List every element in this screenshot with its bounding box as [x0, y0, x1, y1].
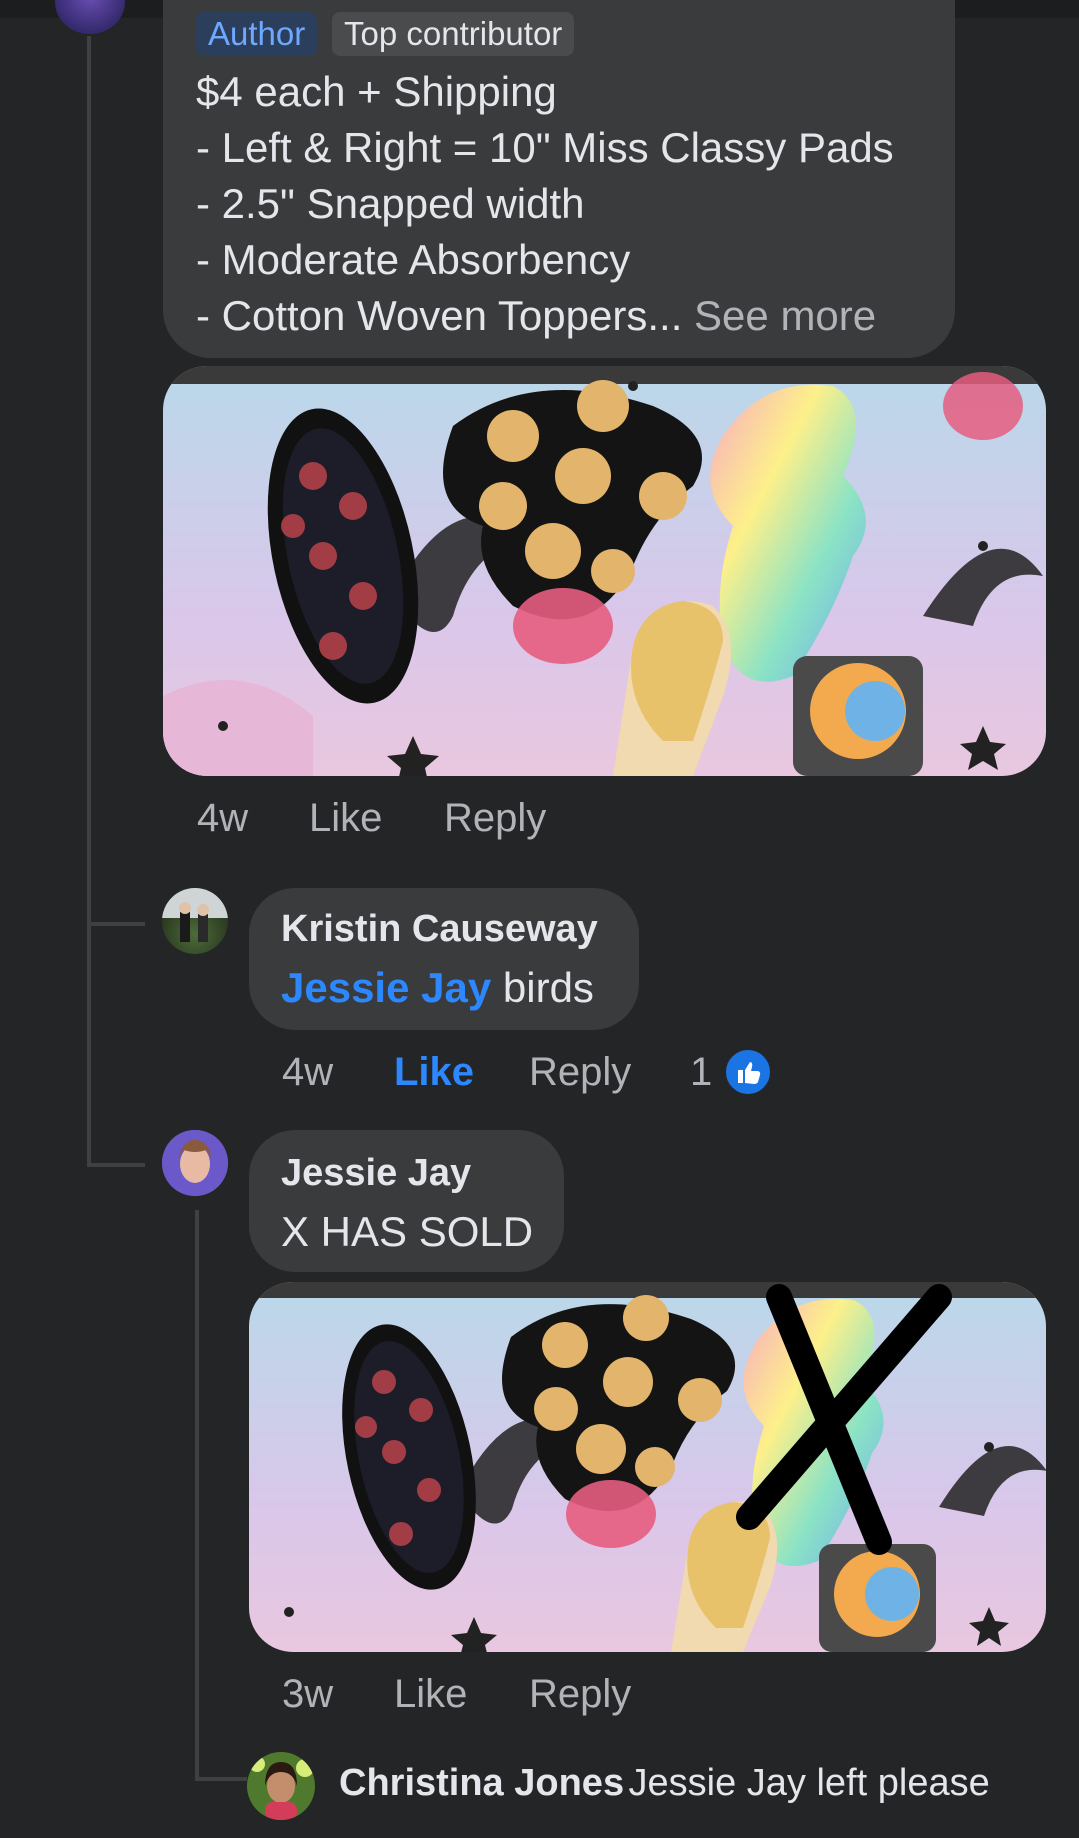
comment-photo[interactable] — [249, 1282, 1046, 1652]
thread-connector-christina — [195, 1777, 247, 1781]
avatar-image — [162, 1130, 228, 1196]
see-more-link[interactable]: See more — [694, 292, 876, 339]
avatar-author-top[interactable] — [55, 0, 125, 34]
post-like-button[interactable]: Like — [309, 796, 382, 841]
comment-author-name[interactable]: Kristin Causeway — [281, 908, 598, 951]
thumbs-up-icon[interactable] — [724, 1048, 772, 1096]
avatar-kristin-causeway[interactable] — [162, 888, 228, 954]
thread-line-reply — [195, 1210, 199, 1780]
comment-like-button[interactable]: Like — [394, 1050, 474, 1095]
comment-reply-button[interactable]: Reply — [529, 1672, 631, 1717]
thread-line-main — [87, 36, 91, 1166]
post-actions: 4w Like Reply — [197, 796, 697, 844]
mention-link[interactable]: Jessie Jay — [281, 964, 491, 1011]
post-line: - Cotton Woven Toppers... — [196, 292, 683, 339]
post-text: $4 each + Shipping - Left & Right = 10" … — [196, 64, 966, 344]
thread-connector-kristin — [87, 922, 145, 926]
comment-actions-jessie: 3w Like Reply — [282, 1672, 782, 1720]
post-line: - Left & Right = 10" Miss Classy Pads — [196, 124, 894, 171]
comment-author-name[interactable]: Jessie Jay — [281, 1152, 471, 1195]
avatar-image — [247, 1752, 315, 1820]
comment-reply-button[interactable]: Reply — [529, 1050, 631, 1095]
comment-body: Jessie Jay left please — [628, 1762, 990, 1804]
avatar-image — [162, 888, 228, 942]
post-line: - 2.5" Snapped width — [196, 180, 585, 227]
top-contributor-badge: Top contributor — [332, 12, 575, 56]
comment-author-name[interactable]: Christina Jones — [339, 1762, 624, 1804]
post-line: $4 each + Shipping — [196, 68, 557, 115]
author-badge: Author — [196, 12, 318, 56]
avatar-jessie-jay[interactable] — [162, 1130, 228, 1196]
post-photo[interactable] — [163, 366, 1046, 776]
reaction-count[interactable]: 1 — [690, 1050, 712, 1095]
comment-time: 3w — [282, 1672, 334, 1716]
thumbs-up-glyph — [738, 1062, 761, 1084]
comment-body: X HAS SOLD — [281, 1208, 534, 1255]
post-time: 4w — [197, 796, 249, 840]
comment-body: birds — [502, 964, 594, 1011]
comment-time: 4w — [282, 1050, 334, 1094]
post-reply-button[interactable]: Reply — [444, 796, 546, 841]
reply-preview[interactable]: Christina Jones Jessie Jay left please — [339, 1762, 990, 1805]
post-line: - Moderate Absorbency — [196, 236, 631, 283]
post-line-last: - Cotton Woven Toppers... See more — [196, 288, 966, 344]
pads-photo-illustration — [163, 366, 1046, 776]
comment-text: Jessie Jay birds — [281, 964, 594, 1012]
comment-like-button[interactable]: Like — [394, 1672, 467, 1717]
thread-connector-jessie — [87, 1163, 145, 1167]
avatar-christina-jones[interactable] — [247, 1752, 315, 1820]
pads-photo-marked-illustration — [249, 1282, 1046, 1652]
